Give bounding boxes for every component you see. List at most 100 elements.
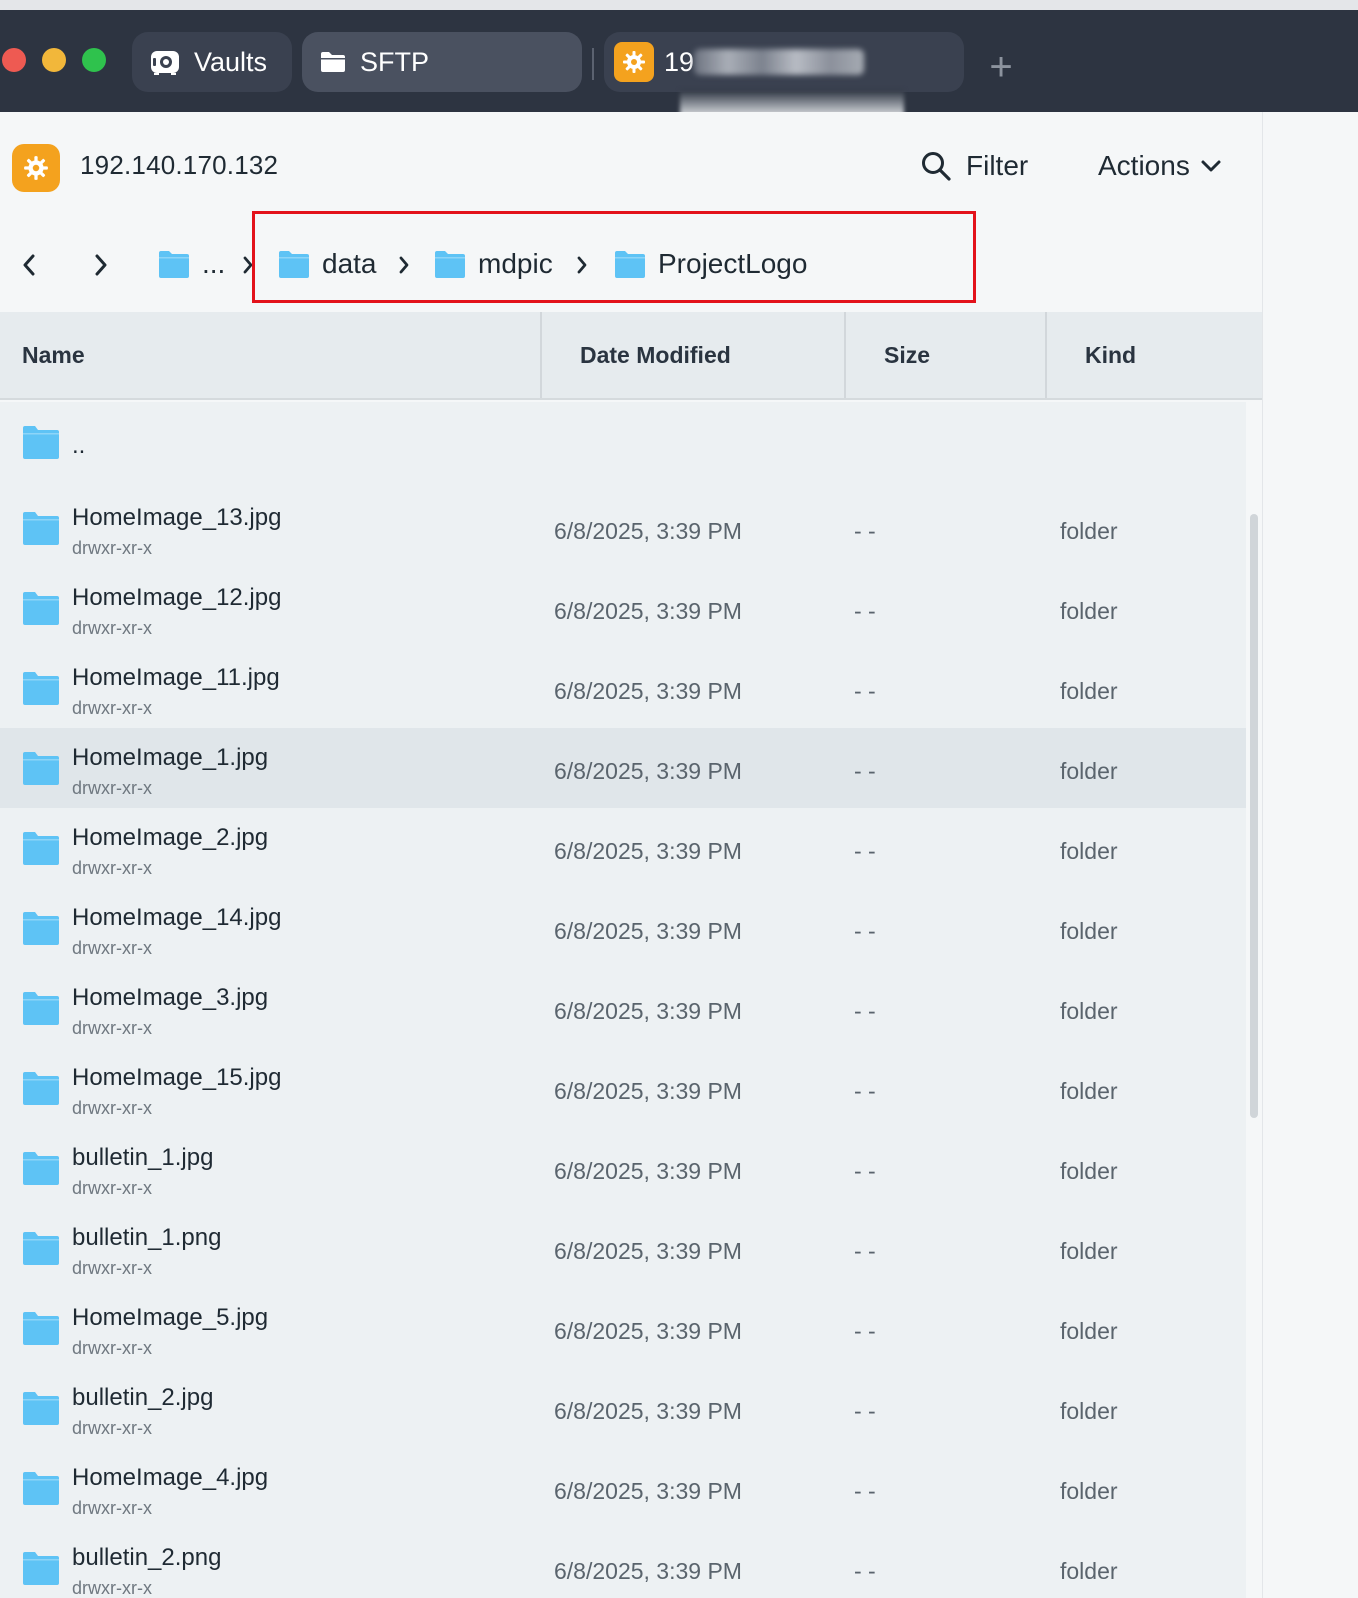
column-header-date-modified[interactable]: Date Modified — [580, 312, 731, 398]
file-permissions: drwxr-xr-x — [72, 1578, 152, 1598]
file-name: bulletin_2.png — [72, 1544, 222, 1571]
redacted-host-text — [694, 49, 865, 75]
file-row[interactable]: HomeImage_2.jpg drwxr-xr-x 6/8/2025, 3:3… — [0, 808, 1246, 888]
file-row[interactable]: HomeImage_13.jpg drwxr-xr-x 6/8/2025, 3:… — [0, 488, 1246, 568]
file-kind: folder — [1060, 518, 1118, 544]
folder-icon — [22, 1470, 60, 1506]
new-tab-button[interactable]: + — [986, 47, 1016, 87]
file-date-modified: 6/8/2025, 3:39 PM — [554, 758, 742, 784]
file-kind: folder — [1060, 1158, 1118, 1184]
folder-icon — [22, 910, 60, 946]
chevron-right-icon — [572, 253, 592, 277]
folder-icon — [22, 830, 60, 866]
folder-icon — [22, 1230, 60, 1266]
close-window-button[interactable] — [2, 48, 26, 72]
file-row[interactable]: HomeImage_12.jpg drwxr-xr-x 6/8/2025, 3:… — [0, 568, 1246, 648]
tab-host-label: 19 — [664, 46, 695, 77]
file-date-modified: 6/8/2025, 3:39 PM — [554, 1238, 742, 1264]
zoom-window-button[interactable] — [82, 48, 106, 72]
file-date-modified: 6/8/2025, 3:39 PM — [554, 1158, 742, 1184]
chevron-left-icon — [23, 254, 35, 276]
forward-button[interactable] — [86, 250, 116, 280]
file-row[interactable]: HomeImage_3.jpg drwxr-xr-x 6/8/2025, 3:3… — [0, 968, 1246, 1048]
breadcrumb-ellipsis[interactable]: ... — [158, 244, 225, 284]
column-divider[interactable] — [844, 312, 846, 398]
chevron-down-icon — [1200, 159, 1222, 173]
breadcrumb-item-data[interactable]: data — [278, 244, 377, 284]
file-row[interactable]: bulletin_2.png drwxr-xr-x 6/8/2025, 3:39… — [0, 1528, 1246, 1598]
file-permissions: drwxr-xr-x — [72, 858, 152, 878]
file-row[interactable]: bulletin_1.png drwxr-xr-x 6/8/2025, 3:39… — [0, 1208, 1246, 1288]
file-row[interactable]: HomeImage_1.jpg drwxr-xr-x 6/8/2025, 3:3… — [0, 728, 1246, 808]
file-name: bulletin_2.jpg — [72, 1384, 214, 1411]
folder-icon — [22, 510, 60, 546]
file-permissions: drwxr-xr-x — [72, 538, 152, 558]
file-table-header: Name Date Modified Size Kind — [0, 312, 1262, 400]
file-size: - - — [854, 918, 876, 944]
file-name: HomeImage_3.jpg — [72, 984, 269, 1011]
folder-icon — [22, 424, 60, 460]
file-name: HomeImage_2.jpg — [72, 824, 269, 851]
file-date-modified: 6/8/2025, 3:39 PM — [554, 1478, 742, 1504]
file-row[interactable]: HomeImage_5.jpg drwxr-xr-x 6/8/2025, 3:3… — [0, 1288, 1246, 1368]
tab-vaults-label: Vaults — [194, 46, 268, 77]
file-size: - - — [854, 1238, 876, 1264]
folder-icon — [320, 51, 346, 73]
host-gear-icon — [12, 144, 60, 192]
file-row[interactable]: HomeImage_11.jpg drwxr-xr-x 6/8/2025, 3:… — [0, 648, 1246, 728]
file-row[interactable]: HomeImage_4.jpg drwxr-xr-x 6/8/2025, 3:3… — [0, 1448, 1246, 1528]
file-size: - - — [854, 678, 876, 704]
breadcrumb-item-mdpic[interactable]: mdpic — [434, 244, 553, 284]
folder-icon — [434, 249, 466, 279]
filter-button[interactable]: Filter — [920, 146, 1028, 186]
file-row[interactable]: HomeImage_14.jpg drwxr-xr-x 6/8/2025, 3:… — [0, 888, 1246, 968]
file-row[interactable]: bulletin_2.jpg drwxr-xr-x 6/8/2025, 3:39… — [0, 1368, 1246, 1448]
file-size: - - — [854, 1398, 876, 1424]
parent-directory-row[interactable]: .. — [0, 402, 1246, 488]
search-icon — [920, 150, 952, 182]
folder-icon — [158, 249, 190, 279]
file-row[interactable]: HomeImage_15.jpg drwxr-xr-x 6/8/2025, 3:… — [0, 1048, 1246, 1128]
tab-sftp-label: SFTP — [360, 46, 430, 77]
window-titlebar: Vaults SFTP 19 + — [0, 0, 1358, 112]
file-permissions: drwxr-xr-x — [72, 1098, 152, 1118]
file-row[interactable]: bulletin_1.jpg drwxr-xr-x 6/8/2025, 3:39… — [0, 1128, 1246, 1208]
file-kind: folder — [1060, 1318, 1118, 1344]
column-divider[interactable] — [540, 312, 542, 398]
tab-vaults[interactable]: Vaults — [132, 32, 292, 92]
column-header-size[interactable]: Size — [884, 312, 930, 398]
file-kind: folder — [1060, 998, 1118, 1024]
column-header-kind[interactable]: Kind — [1085, 312, 1136, 398]
column-header-name[interactable]: Name — [22, 312, 85, 398]
path-navigation: ... data mdpic ProjectLogo — [0, 220, 1262, 312]
file-kind: folder — [1060, 838, 1118, 864]
file-size: - - — [854, 1158, 876, 1184]
parent-directory-label: .. — [72, 432, 86, 459]
file-size: - - — [854, 998, 876, 1024]
folder-icon — [22, 1310, 60, 1346]
file-list: .. HomeImage_13.jpg drwxr-xr-x 6/8/2025,… — [0, 402, 1246, 1598]
file-date-modified: 6/8/2025, 3:39 PM — [554, 1398, 742, 1424]
file-name: HomeImage_12.jpg — [72, 584, 282, 611]
file-date-modified: 6/8/2025, 3:39 PM — [554, 1318, 742, 1344]
folder-icon — [278, 249, 310, 279]
tab-sftp[interactable]: SFTP — [302, 32, 582, 92]
sftp-panel: 192.140.170.132 Filter Actions ... data … — [0, 112, 1262, 1598]
file-name: HomeImage_14.jpg — [72, 904, 282, 931]
vault-icon — [150, 49, 180, 75]
column-divider[interactable] — [1045, 312, 1047, 398]
breadcrumb-label: ProjectLogo — [658, 248, 808, 279]
file-size: - - — [854, 598, 876, 624]
file-date-modified: 6/8/2025, 3:39 PM — [554, 838, 742, 864]
file-name: HomeImage_4.jpg — [72, 1464, 269, 1491]
breadcrumb-item-projectlogo[interactable]: ProjectLogo — [614, 244, 807, 284]
tab-divider — [592, 48, 594, 80]
actions-menu-button[interactable]: Actions — [1098, 146, 1222, 186]
minimize-window-button[interactable] — [42, 48, 66, 72]
back-button[interactable] — [14, 250, 44, 280]
chevron-right-icon — [238, 253, 258, 277]
folder-icon — [22, 1070, 60, 1106]
tab-host[interactable]: 19 — [604, 32, 964, 92]
chevron-right-icon — [95, 254, 107, 276]
vertical-scrollbar[interactable] — [1250, 514, 1258, 1118]
